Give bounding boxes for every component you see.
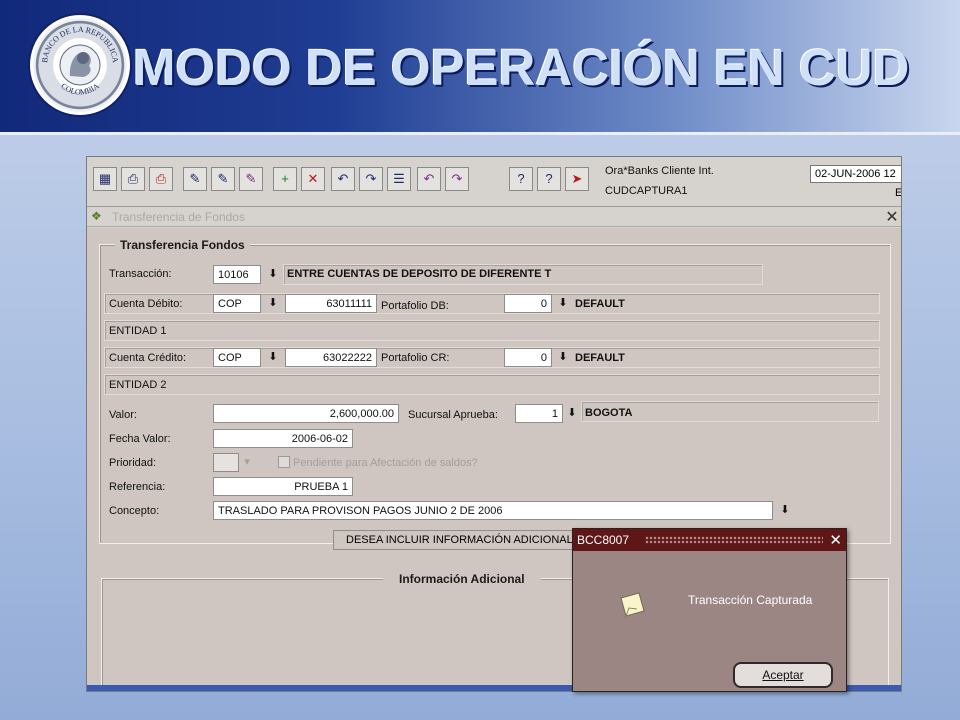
credito-lov-icon[interactable]: ⬇ bbox=[265, 349, 281, 366]
accept-button[interactable]: Aceptar bbox=[733, 662, 833, 688]
list-icon[interactable]: ☰ bbox=[387, 167, 411, 191]
sucursal-label: Sucursal Aprueba: bbox=[408, 409, 498, 421]
dialog-message: Transacción Capturada bbox=[688, 593, 813, 607]
portafolio-db-label: Portafolio DB: bbox=[381, 300, 449, 312]
form-window-icon: ❖ bbox=[91, 209, 102, 223]
dialog-title: BCC8007 bbox=[577, 533, 630, 547]
transaccion-lov-icon[interactable]: ⬇ bbox=[265, 266, 281, 283]
info-adicional-button[interactable]: DESEA INCLUIR INFORMACIÓN ADICIONAL bbox=[333, 530, 577, 550]
new-record-icon[interactable]: + bbox=[273, 167, 297, 191]
referencia-label: Referencia: bbox=[109, 481, 166, 493]
debito-lov-icon[interactable]: ⬇ bbox=[265, 295, 281, 312]
date-field: 02-JUN-2006 12 bbox=[810, 165, 901, 183]
debito-cuenta-field[interactable]: 63011111 bbox=[285, 294, 377, 313]
credito-moneda-field[interactable]: COP bbox=[213, 348, 261, 367]
fecha-valor-field[interactable]: 2006-06-02 bbox=[213, 429, 353, 448]
note-icon bbox=[620, 592, 645, 617]
portafolio-cr-lov-icon[interactable]: ⬇ bbox=[555, 349, 571, 366]
portafolio-db-field[interactable]: 0 bbox=[504, 294, 552, 313]
print-preview-icon[interactable]: ⎙ bbox=[149, 167, 173, 191]
transaccion-code-field[interactable]: 10106 bbox=[213, 265, 261, 284]
concepto-field[interactable]: TRASLADO PARA PROVISON PAGOS JUNIO 2 DE … bbox=[213, 501, 773, 520]
form-window-titlebar: ❖ Transferencia de Fondos ✕ bbox=[87, 207, 901, 227]
dialog-titlebar-pattern bbox=[645, 536, 823, 544]
pendiente-checkbox[interactable] bbox=[278, 456, 290, 468]
form-window-title: Transferencia de Fondos bbox=[112, 210, 245, 224]
info-adicional-title: Información Adicional bbox=[383, 572, 541, 586]
concepto-label: Concepto: bbox=[109, 505, 160, 517]
toolbar: ▦ ⎙ ⎙ ✎ ✎ ✎ + ✕ ↶ ↷ ☰ ↶ ↷ ? ? ➤ Ora*Bank… bbox=[87, 157, 902, 207]
transaccion-description: ENTRE CUENTAS DE DEPOSITO DE DIFERENTE T bbox=[287, 268, 552, 280]
entidad1-label: ENTIDAD 1 bbox=[109, 325, 167, 337]
portafolio-db-description: DEFAULT bbox=[575, 298, 625, 310]
portafolio-cr-field[interactable]: 0 bbox=[504, 348, 552, 367]
help-icon[interactable]: ? bbox=[509, 167, 533, 191]
portafolio-db-lov-icon[interactable]: ⬇ bbox=[555, 295, 571, 312]
credito-cuenta-field[interactable]: 63022222 bbox=[285, 348, 377, 367]
save-icon[interactable]: ▦ bbox=[93, 167, 117, 191]
previous-block-icon[interactable]: ↶ bbox=[417, 167, 441, 191]
delete-record-icon[interactable]: ✕ bbox=[301, 167, 325, 191]
pendiente-label: Pendiente para Afectación de saldos? bbox=[293, 457, 478, 469]
group-title: Transferencia Fondos bbox=[115, 238, 250, 252]
close-icon[interactable]: ✕ bbox=[883, 207, 901, 227]
message-dialog: BCC8007 ✕ Transacción Capturada Aceptar bbox=[572, 528, 847, 692]
cuenta-debito-label: Cuenta Débito: bbox=[109, 298, 183, 310]
sucursal-field[interactable]: 1 bbox=[515, 404, 563, 423]
question-icon[interactable]: ? bbox=[537, 167, 561, 191]
referencia-field[interactable]: PRUEBA 1 bbox=[213, 477, 353, 496]
cuenta-credito-label: Cuenta Crédito: bbox=[109, 352, 187, 364]
exit-icon[interactable]: ➤ bbox=[565, 167, 589, 191]
sucursal-description: BOGOTA bbox=[585, 407, 633, 419]
dialog-titlebar: BCC8007 ✕ bbox=[573, 529, 846, 551]
prioridad-label: Prioridad: bbox=[109, 457, 157, 469]
slide-title: MODO DE OPERACIÓN EN CUD bbox=[133, 39, 910, 96]
prioridad-select[interactable] bbox=[213, 453, 239, 472]
portafolio-cr-label: Portafolio CR: bbox=[381, 352, 450, 364]
app-user: CUDCAPTURA1 bbox=[605, 185, 688, 197]
valor-label: Valor: bbox=[109, 409, 137, 421]
app-name: Ora*Banks Cliente Int. bbox=[605, 165, 714, 177]
edit-icon[interactable]: ✎ bbox=[183, 167, 207, 191]
transaccion-label: Transacción: bbox=[109, 268, 172, 280]
next-block-icon[interactable]: ↷ bbox=[445, 167, 469, 191]
chevron-down-icon[interactable]: ▾ bbox=[239, 454, 255, 471]
valor-field[interactable]: 2,600,000.00 bbox=[213, 404, 399, 423]
previous-icon[interactable]: ↶ bbox=[331, 167, 355, 191]
edit-note-icon[interactable]: ✎ bbox=[211, 167, 235, 191]
corner-label: E bbox=[895, 187, 902, 199]
fecha-valor-label: Fecha Valor: bbox=[109, 433, 171, 445]
concepto-lov-icon[interactable]: ⬇ bbox=[777, 502, 793, 519]
entidad2-label: ENTIDAD 2 bbox=[109, 379, 167, 391]
sucursal-lov-icon[interactable]: ⬇ bbox=[564, 405, 580, 422]
debito-moneda-field[interactable]: COP bbox=[213, 294, 261, 313]
entidad2-band bbox=[104, 374, 880, 395]
next-icon[interactable]: ↷ bbox=[359, 167, 383, 191]
banco-republica-logo: BANCO DE LA REPUBLICA COLOMBIA bbox=[30, 15, 130, 115]
highlight-icon[interactable]: ✎ bbox=[239, 167, 263, 191]
portafolio-cr-description: DEFAULT bbox=[575, 352, 625, 364]
print-icon[interactable]: ⎙ bbox=[121, 167, 145, 191]
dialog-close-icon[interactable]: ✕ bbox=[829, 531, 842, 549]
entidad1-band bbox=[104, 320, 880, 341]
